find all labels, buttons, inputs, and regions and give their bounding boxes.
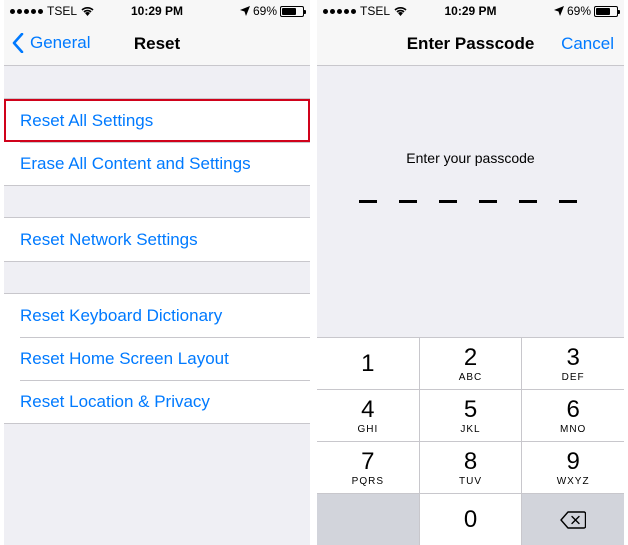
page-title: Reset: [133, 34, 181, 53]
key-digit: 8: [463, 447, 478, 475]
key-digit: 2: [463, 343, 478, 371]
passcode-area: Enter your passcode: [317, 67, 624, 337]
key-digit: 4: [361, 395, 375, 423]
reset-group-3: Reset Keyboard Dictionary Reset Home Scr…: [4, 293, 310, 424]
battery-percent: 69%: [566, 4, 591, 18]
key-2[interactable]: 2 ABC: [419, 338, 522, 389]
reset-group-1: Reset All Settings Erase All Content and…: [4, 98, 310, 186]
key-3[interactable]: 3 DEF: [522, 338, 624, 389]
passcode-dash: [559, 200, 577, 203]
battery-icon: [594, 5, 620, 17]
reset-location-privacy-row[interactable]: Reset Location & Privacy: [4, 380, 310, 423]
key-empty: [317, 494, 419, 545]
key-8[interactable]: 8 TUV: [419, 442, 522, 493]
passcode-dash: [359, 200, 377, 203]
reset-screen: TSEL 10:29 PM 69% General Reset Reset Al…: [4, 0, 310, 545]
delete-button[interactable]: [522, 494, 624, 545]
reset-home-screen-layout-row[interactable]: Reset Home Screen Layout: [4, 337, 310, 380]
status-bar: TSEL 10:29 PM 69%: [317, 0, 624, 22]
cancel-button[interactable]: Cancel: [561, 34, 614, 54]
key-letters: DEF: [561, 371, 585, 383]
key-digit: 5: [463, 395, 478, 423]
passcode-prompt: Enter your passcode: [406, 150, 535, 166]
key-letters: WXYZ: [556, 475, 590, 487]
reset-network-settings-row[interactable]: Reset Network Settings: [4, 218, 310, 261]
nav-bar: Enter Passcode Cancel: [317, 22, 624, 66]
passcode-dash: [439, 200, 457, 203]
key-digit: 0: [463, 505, 478, 533]
key-4[interactable]: 4 GHI: [317, 390, 419, 441]
reset-all-settings-row[interactable]: Reset All Settings: [4, 99, 310, 142]
key-7[interactable]: 7 PQRS: [317, 442, 419, 493]
status-right: 69%: [239, 4, 306, 18]
status-right: 69%: [553, 4, 620, 18]
reset-keyboard-dictionary-row[interactable]: Reset Keyboard Dictionary: [4, 294, 310, 337]
passcode-screen: TSEL 10:29 PM 69% Enter Passcode Cancel …: [317, 0, 624, 545]
key-letters: ABC: [458, 371, 483, 383]
key-digit: 9: [566, 447, 580, 475]
key-6[interactable]: 6 MNO: [522, 390, 624, 441]
status-bar: TSEL 10:29 PM 69%: [4, 0, 310, 22]
passcode-dash: [519, 200, 537, 203]
passcode-dash: [399, 200, 417, 203]
location-arrow-icon: [553, 6, 564, 16]
passcode-dashes: [359, 200, 577, 203]
key-letters: TUV: [458, 475, 482, 487]
battery-percent: 69%: [252, 4, 277, 18]
key-9[interactable]: 9 WXYZ: [522, 442, 624, 493]
keypad: 1 2 ABC 3 DEF 4 GHI 5 JKL 6 MNO 7 PQRS 8 TUV 9W…: [317, 337, 624, 545]
reset-group-2: Reset Network Settings: [4, 217, 310, 262]
key-digit: 3: [566, 343, 580, 371]
key-0[interactable]: 0: [419, 494, 522, 545]
key-letters: MNO: [559, 423, 587, 435]
nav-bar: General Reset: [4, 22, 310, 66]
erase-all-content-row[interactable]: Erase All Content and Settings: [4, 142, 310, 185]
key-letters: GHI: [357, 423, 379, 435]
key-letters: JKL: [460, 423, 481, 435]
key-5[interactable]: 5 JKL: [419, 390, 522, 441]
location-arrow-icon: [239, 6, 250, 16]
key-digit: 6: [566, 395, 580, 423]
key-1[interactable]: 1: [317, 338, 419, 389]
backspace-icon: [560, 510, 587, 529]
key-digit: 1: [361, 349, 375, 377]
battery-icon: [280, 5, 306, 17]
passcode-dash: [479, 200, 497, 203]
key-digit: 7: [361, 447, 375, 475]
key-letters: PQRS: [351, 475, 384, 487]
